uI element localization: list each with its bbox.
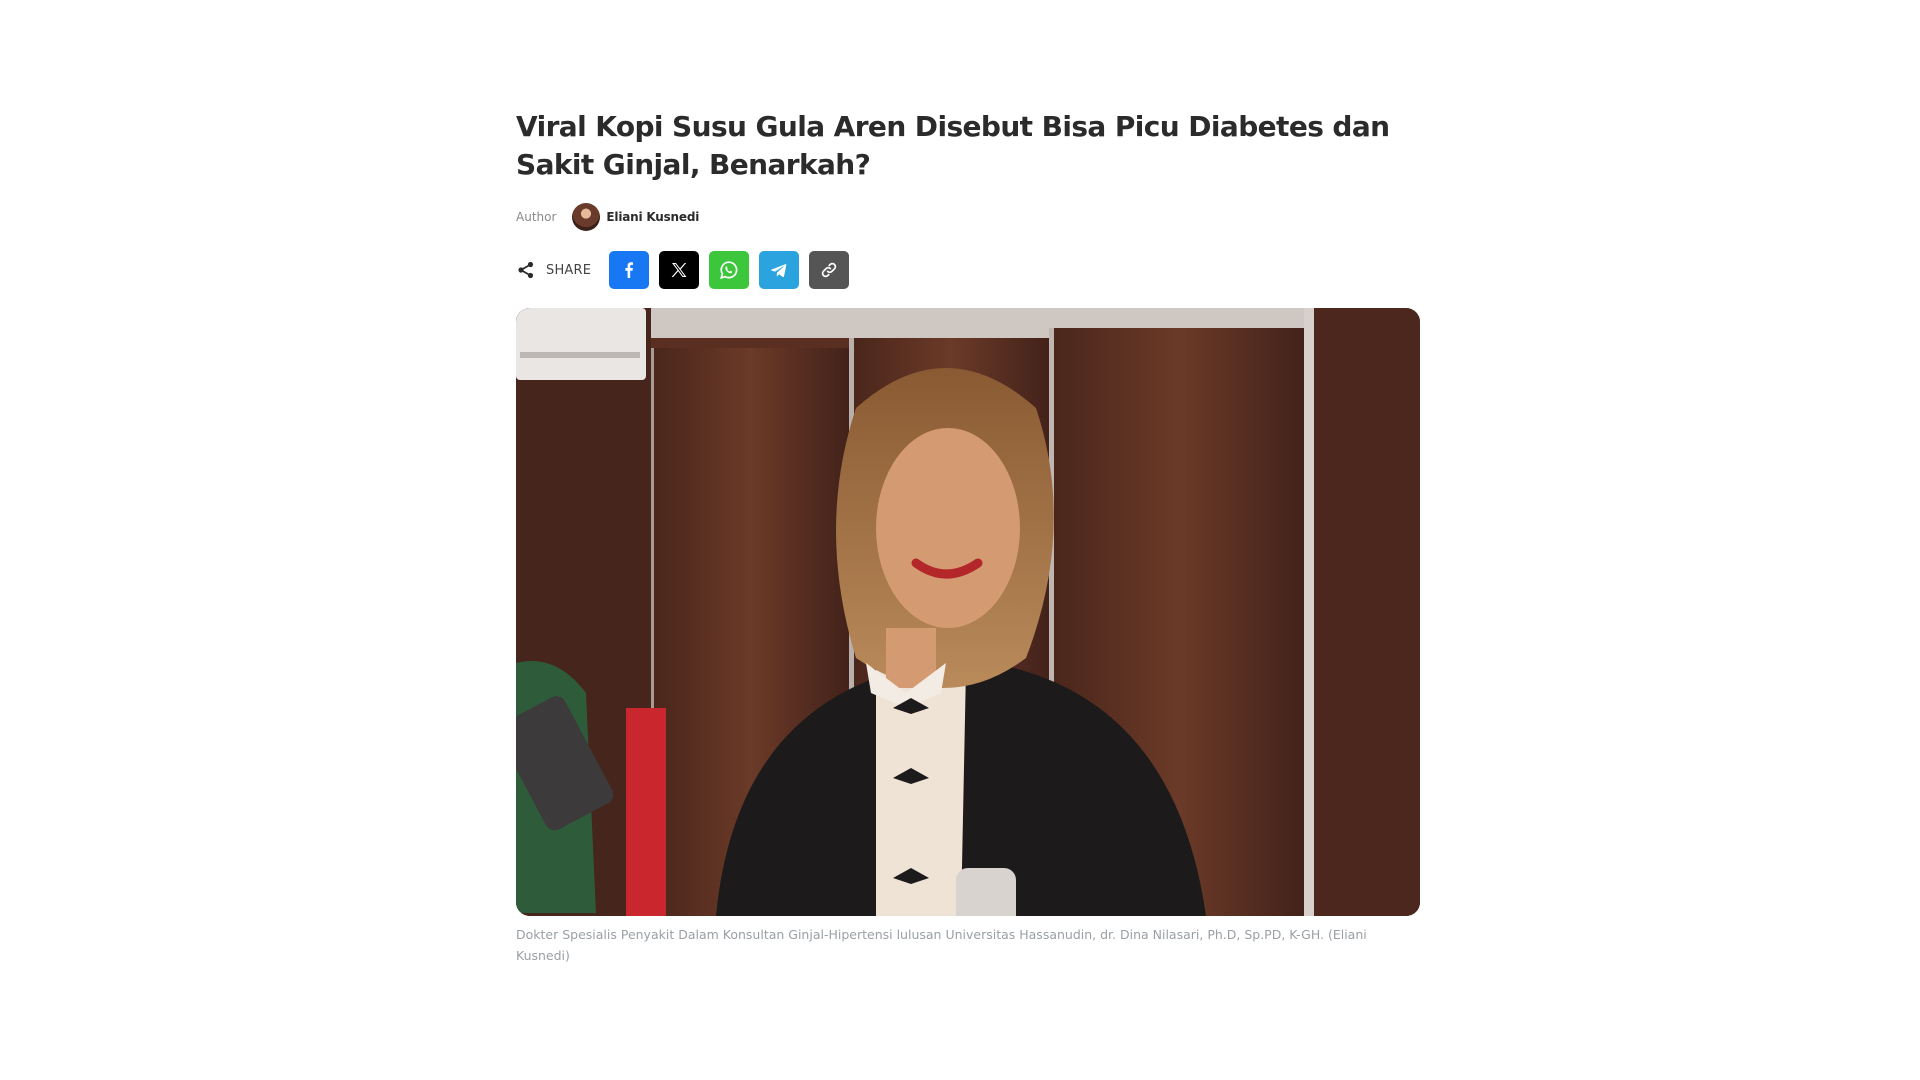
share-icon xyxy=(516,260,536,280)
share-label: SHARE xyxy=(546,262,592,278)
author-label: Author xyxy=(516,210,557,224)
share-bar: SHARE xyxy=(516,250,1420,290)
author-name-link[interactable]: Eliani Kusnedi xyxy=(606,210,699,224)
article-title: Viral Kopi Susu Gula Aren Disebut Bisa P… xyxy=(516,110,1390,181)
share-whatsapp-button[interactable] xyxy=(709,251,750,289)
share-facebook-button[interactable] xyxy=(609,251,650,289)
share-telegram-button[interactable] xyxy=(759,251,800,289)
author-row: Author Eliani Kusnedi xyxy=(516,202,1420,232)
author-avatar[interactable] xyxy=(572,203,601,231)
facebook-icon xyxy=(625,262,634,278)
copy-link-button[interactable] xyxy=(809,251,850,289)
telegram-icon xyxy=(771,264,787,278)
photo-caption: Dokter Spesialis Penyakit Dalam Konsulta… xyxy=(516,927,1367,963)
article: Viral Kopi Susu Gula Aren Disebut Bisa P… xyxy=(516,108,1420,966)
article-photo xyxy=(516,308,1420,916)
x-icon xyxy=(671,263,687,277)
whatsapp-icon xyxy=(720,261,738,280)
link-icon xyxy=(821,262,837,278)
share-x-button[interactable] xyxy=(659,251,700,289)
article-photo-illustration xyxy=(516,308,1420,916)
